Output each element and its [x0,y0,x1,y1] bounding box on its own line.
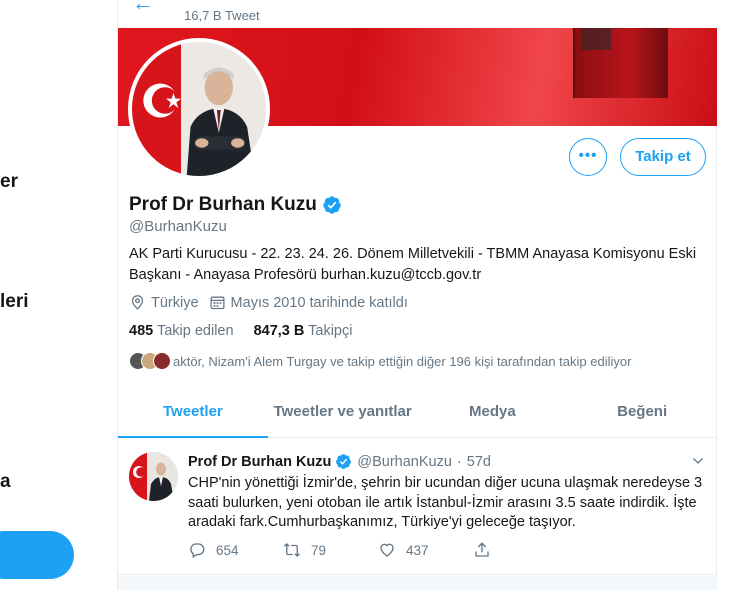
nav-item-label[interactable]: a [0,471,11,493]
followers-count: 847,3 B [253,323,305,339]
verified-badge-icon [323,196,341,214]
share-icon [475,542,489,557]
following-link[interactable]: 485 Takip edilen [129,323,234,339]
profile-name-row: Prof Dr Burhan Kuzu [129,194,342,216]
profile-stats: 485 Takip edilen 847,3 B Takipçi [129,323,372,339]
tweet-count: 16,7 B Tweet [184,8,260,23]
profile-avatar[interactable] [128,38,270,180]
more-options-button[interactable]: ••• [569,138,607,176]
reply-icon [190,543,205,558]
join-date-text: Mayıs 2010 tarihinde katıldı [230,294,408,311]
like-count: 437 [406,542,429,558]
chevron-down-icon[interactable] [692,455,704,467]
profile-location: Türkiye [129,294,199,311]
retweet-count: 79 [311,542,327,558]
banner-book-image [573,28,668,98]
profile-handle: @BurhanKuzu [129,218,227,235]
back-arrow-icon[interactable]: ← [132,0,154,16]
tab-likes[interactable]: Beğeni [567,392,717,437]
nav-item-label[interactable]: er [0,171,18,193]
tab-tweets-and-replies[interactable]: Tweetler ve yanıtlar [268,392,418,437]
tweet-separator: · [456,453,462,470]
profile-join-date: Mayıs 2010 tarihinde katıldı [209,294,408,311]
following-label: Takip edilen [156,323,234,339]
like-button[interactable]: 437 [378,541,473,559]
calendar-icon [210,296,225,310]
tab-media[interactable]: Medya [418,392,568,437]
compose-tweet-button[interactable] [0,531,74,579]
tweet-text: CHP'nin yönettiği İzmir'de, şehrin bir u… [188,475,703,530]
location-text: Türkiye [151,294,199,311]
followers-label: Takipçi [308,323,353,339]
following-count: 485 [129,323,154,339]
tweet-time[interactable]: 57d [467,454,491,470]
followed-by-text: aktör, Nizam'i Alem Turgay ve takip etti… [173,353,632,369]
profile-header-bar: ← 16,7 B Tweet [118,0,717,28]
reply-count: 654 [216,542,239,558]
nav-item-label[interactable]: leri [0,291,29,313]
avatar [153,352,171,370]
tweet-actions: 654 79 437 [188,541,568,559]
tweet-avatar[interactable] [129,452,178,501]
retweet-button[interactable]: 79 [283,541,378,559]
heart-icon [380,543,394,557]
verified-badge-icon [336,454,352,469]
tweet-author-name[interactable]: Prof Dr Burhan Kuzu [188,454,331,470]
next-tweet-edge [118,576,717,590]
profile-bio: AK Parti Kurucusu - 22. 23. 24. 26. Döne… [129,246,697,283]
tweet-handle[interactable]: @BurhanKuzu [357,454,452,470]
follow-button[interactable]: Takip et [620,138,706,176]
tweet[interactable]: Prof Dr Burhan Kuzu @BurhanKuzu · 57d CH… [118,439,717,575]
profile-name: Prof Dr Burhan Kuzu [129,194,317,215]
followers-you-know[interactable]: aktör, Nizam'i Alem Turgay ve takip etti… [129,352,631,370]
profile-tabs: Tweetler Tweetler ve yanıtlar Medya Beğe… [118,392,717,438]
tweet-header: Prof Dr Burhan Kuzu @BurhanKuzu · 57d [188,453,491,470]
share-button[interactable] [473,541,568,559]
tweet-author-photo [129,452,178,501]
profile-photo [132,42,266,176]
followers-link[interactable]: 847,3 B Takipçi [254,323,353,339]
left-navigation: er leri a [0,0,105,590]
profile-column: ← 16,7 B Tweet ••• Takip et Prof Dr Burh [117,0,717,590]
mutual-avatars [129,352,171,370]
tab-tweets[interactable]: Tweetler [118,392,268,438]
reply-button[interactable]: 654 [188,541,283,559]
more-horizontal-icon: ••• [578,147,598,164]
retweet-icon [284,543,300,557]
location-pin-icon [131,295,144,310]
profile-meta: Türkiye Mayıs 2010 tarihinde katıldı [129,294,418,311]
